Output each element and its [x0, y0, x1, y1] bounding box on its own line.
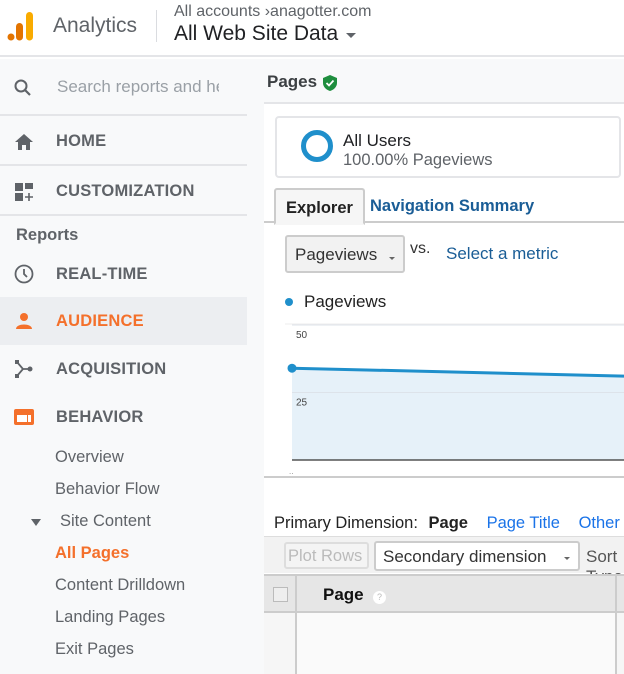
search-icon	[14, 79, 31, 96]
column-divider	[615, 576, 617, 611]
primary-dimension-page-title[interactable]: Page Title	[487, 514, 560, 532]
plot-rows-button[interactable]: Plot Rows	[284, 542, 369, 569]
primary-dimension-label: Primary Dimension:	[274, 514, 418, 532]
app-name: Analytics	[53, 14, 138, 37]
caret-down-icon	[389, 257, 395, 260]
primary-dimension-row: Primary Dimension: Page Page Title Other	[274, 514, 620, 533]
sidebar-item-audience[interactable]: AUDIENCE	[0, 297, 247, 345]
divider	[156, 10, 157, 42]
breadcrumb-root[interactable]: All accounts	[174, 3, 260, 20]
clock-icon	[14, 264, 34, 284]
chart-legend: Pageviews	[285, 292, 386, 312]
sidebar-item-customization[interactable]: CUSTOMIZATION	[0, 168, 247, 216]
segment-ring-icon	[301, 130, 333, 162]
column-divider	[295, 576, 297, 611]
segment-percentage: 100.00% Pageviews	[343, 151, 493, 169]
view-name: All Web Site Data	[174, 22, 339, 45]
dashboard-plus-icon	[15, 183, 33, 201]
tab-navigation-summary[interactable]: Navigation Summary	[360, 188, 544, 223]
metric-dropdown-value: Pageviews	[295, 245, 378, 264]
sidebar-item-label: ACQUISITION	[56, 359, 167, 378]
analytics-logo-icon[interactable]	[7, 10, 35, 42]
page-title: Pages	[267, 72, 318, 91]
caret-down-icon	[346, 32, 357, 38]
sidebar-item-label: AUDIENCE	[56, 311, 144, 330]
x-tick-label: ..	[289, 467, 293, 476]
sidebar: HOME CUSTOMIZATION Reports REAL-TIME AUD…	[0, 59, 264, 674]
home-icon	[15, 134, 33, 150]
acquisition-fork-icon	[15, 360, 33, 378]
sidebar-item-label: HOME	[56, 131, 107, 150]
breadcrumb[interactable]: All accounts ›anagotter.com	[174, 3, 371, 21]
table-cell	[297, 613, 615, 674]
behavior-window-icon	[14, 409, 34, 425]
y-tick-label: 25	[296, 398, 308, 409]
sidebar-item-home[interactable]: HOME	[0, 118, 247, 166]
segment-name: All Users	[343, 131, 412, 150]
main-content: Pages All Users 100.00% Pageviews Explor…	[264, 59, 624, 674]
chart-divider	[264, 476, 624, 478]
table-toolbar: Plot Rows Secondary dimension Sort Type	[264, 536, 624, 586]
person-icon	[16, 313, 32, 329]
verified-shield-icon	[323, 75, 337, 91]
search-input[interactable]	[57, 74, 219, 100]
table-header: Page ?	[264, 574, 624, 613]
sidebar-subitem-landing-pages[interactable]: Landing Pages	[55, 608, 165, 627]
search-bar	[0, 59, 247, 116]
sidebar-item-behavior[interactable]: BEHAVIOR	[0, 393, 247, 441]
select-metric-link[interactable]: Select a metric	[446, 244, 558, 264]
column-divider	[615, 613, 617, 674]
help-icon[interactable]: ?	[373, 591, 386, 604]
expand-triangle-icon[interactable]	[31, 519, 41, 526]
legend-label: Pageviews	[304, 292, 387, 311]
sidebar-item-label: BEHAVIOR	[56, 407, 144, 426]
sidebar-item-acquisition[interactable]: ACQUISITION	[0, 345, 247, 393]
secondary-dimension-label: Secondary dimension	[383, 547, 547, 566]
data-point	[287, 363, 297, 373]
sidebar-subitem-all-pages[interactable]: All Pages	[55, 544, 129, 563]
sidebar-subitem-site-content[interactable]: Site Content	[60, 512, 151, 531]
series-area	[292, 368, 624, 460]
tab-explorer[interactable]: Explorer	[274, 188, 365, 225]
sidebar-item-label: REAL-TIME	[56, 264, 148, 283]
sidebar-subitem-exit-pages[interactable]: Exit Pages	[55, 640, 134, 659]
report-tabs: Explorer Navigation Summary	[264, 188, 624, 225]
legend-dot-icon	[285, 298, 293, 306]
metric-dropdown[interactable]: Pageviews	[285, 235, 405, 273]
segment-card[interactable]: All Users 100.00% Pageviews	[275, 116, 621, 178]
primary-dimension-other[interactable]: Other	[579, 514, 620, 532]
caret-down-icon	[564, 557, 570, 560]
sidebar-subitem-content-drilldown[interactable]: Content Drilldown	[55, 576, 185, 595]
pageviews-chart[interactable]: 25 50..	[285, 313, 624, 483]
top-bar: Analytics All accounts ›anagotter.com Al…	[0, 0, 624, 57]
breadcrumb-account[interactable]: anagotter.com	[270, 3, 371, 20]
primary-dimension-current: Page	[428, 514, 468, 532]
sidebar-item-real-time[interactable]: REAL-TIME	[0, 250, 247, 298]
column-header-page[interactable]: Page	[323, 585, 364, 605]
view-selector[interactable]: All Web Site Data	[174, 22, 357, 46]
page-header: Pages	[264, 59, 624, 104]
sidebar-subitem-behavior-flow[interactable]: Behavior Flow	[55, 480, 160, 499]
sidebar-subitem-overview[interactable]: Overview	[55, 448, 124, 467]
table-body	[264, 613, 624, 674]
select-all-checkbox[interactable]	[273, 587, 288, 602]
column-divider	[295, 613, 297, 674]
reports-heading: Reports	[16, 226, 79, 244]
y-tick-label: 50	[296, 330, 308, 341]
vs-label: vs.	[410, 240, 431, 257]
sidebar-item-label: CUSTOMIZATION	[56, 181, 195, 200]
secondary-dimension-dropdown[interactable]: Secondary dimension	[374, 541, 580, 571]
